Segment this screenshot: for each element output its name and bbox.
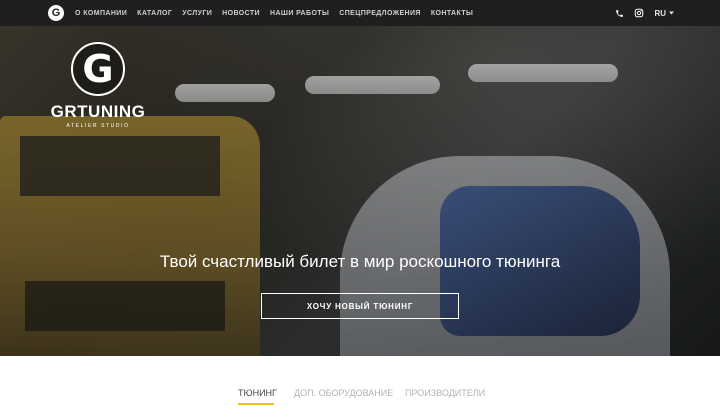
new-tuning-button[interactable]: ХОЧУ НОВЫЙ ТЮНИНГ — [261, 293, 459, 319]
top-navigation-bar: G О КОМПАНИИ КАТАЛОГ УСЛУГИ НОВОСТИ НАШИ… — [0, 0, 720, 26]
hero-banner: G GRTUNING ATELIER STUDIO Твой счастливы… — [0, 26, 720, 356]
main-menu: О КОМПАНИИ КАТАЛОГ УСЛУГИ НОВОСТИ НАШИ Р… — [75, 0, 483, 26]
site-logo-icon[interactable]: G — [48, 5, 64, 21]
nav-item-works[interactable]: НАШИ РАБОТЫ — [270, 10, 329, 17]
tab-tuning[interactable]: ТЮНИНГ — [238, 388, 277, 398]
tab-extra-equipment[interactable]: ДОП. ОБОРУДОВАНИЕ — [294, 388, 393, 398]
nav-item-catalog[interactable]: КАТАЛОГ — [137, 10, 172, 17]
brand-logo[interactable]: G GRTUNING ATELIER STUDIO — [45, 42, 151, 129]
nav-item-contacts[interactable]: КОНТАКТЫ — [431, 10, 473, 17]
category-tabs: ТЮНИНГ ДОП. ОБОРУДОВАНИЕ ПРОИЗВОДИТЕЛИ — [0, 356, 720, 410]
instagram-icon[interactable] — [634, 8, 644, 18]
tab-manufacturers[interactable]: ПРОИЗВОДИТЕЛИ — [405, 388, 485, 398]
nav-item-offers[interactable]: СПЕЦПРЕДЛОЖЕНИЯ — [339, 10, 421, 17]
active-tab-indicator — [238, 403, 274, 405]
brand-letter: G — [82, 47, 114, 91]
brand-subtitle: ATELIER STUDIO — [66, 123, 130, 129]
phone-icon[interactable] — [615, 9, 624, 18]
nav-item-about[interactable]: О КОМПАНИИ — [75, 10, 127, 17]
nav-item-news[interactable]: НОВОСТИ — [222, 10, 260, 17]
chevron-down-icon — [669, 11, 674, 15]
nav-item-services[interactable]: УСЛУГИ — [182, 10, 212, 17]
brand-emblem-icon: G — [71, 42, 125, 96]
logo-letter: G — [51, 7, 61, 19]
language-label: RU — [654, 8, 666, 18]
header-actions: RU — [605, 0, 674, 26]
brand-name: GRTUNING — [50, 102, 146, 121]
language-selector[interactable]: RU — [654, 9, 674, 18]
hero-title: Твой счастливый билет в мир роскошного т… — [159, 252, 561, 271]
